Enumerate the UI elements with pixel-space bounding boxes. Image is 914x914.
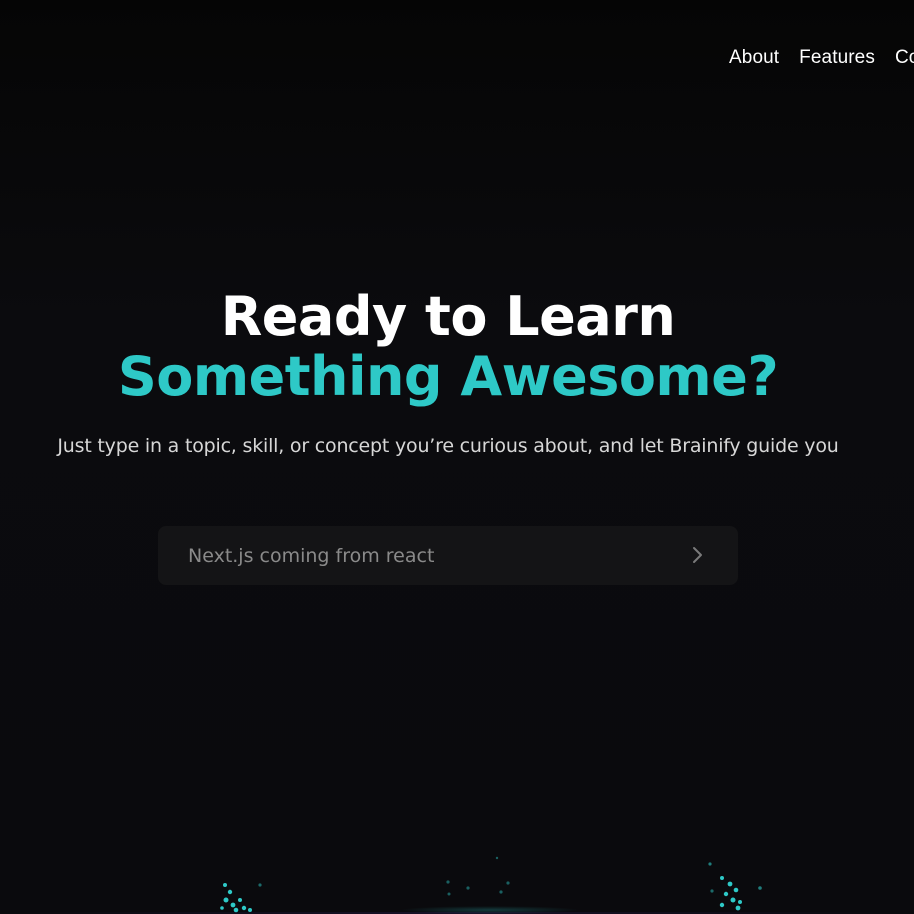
nav-link-features[interactable]: Features <box>799 44 875 72</box>
nav-link-co[interactable]: Co <box>895 44 914 72</box>
top-navigation: About Features Co <box>729 44 914 72</box>
hero-title-line2: Something Awesome? <box>117 345 779 408</box>
topic-search-input[interactable] <box>188 526 668 585</box>
chevron-right-icon[interactable] <box>688 545 708 565</box>
bottom-decoration <box>0 850 914 914</box>
hero-subtitle: Just type in a topic, skill, or concept … <box>57 435 839 457</box>
nav-link-about[interactable]: About <box>729 44 779 72</box>
particle-cluster-icon <box>220 856 762 913</box>
topic-search-box <box>158 526 738 585</box>
